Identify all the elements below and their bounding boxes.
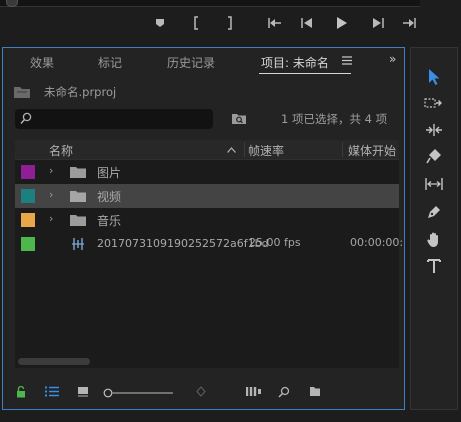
- scrubber-handle[interactable]: [6, 0, 18, 7]
- list-item-sequence[interactable]: 2017073109190252572a6f1bd 25.00 fps 00:0…: [15, 232, 403, 256]
- bin-folder-icon: [70, 190, 86, 202]
- selection-tool-icon[interactable]: [423, 66, 445, 88]
- automate-to-sequence-icon[interactable]: [246, 386, 262, 397]
- new-bin-icon[interactable]: [309, 386, 321, 397]
- step-forward-icon[interactable]: [369, 14, 387, 32]
- mark-in-icon[interactable]: [188, 14, 206, 32]
- item-media-start: 00:00:00:: [350, 236, 404, 249]
- list-item-bin[interactable]: › 图片: [15, 160, 399, 184]
- play-icon[interactable]: [333, 14, 351, 32]
- razor-tool-icon[interactable]: [423, 145, 445, 167]
- bin-folder-icon: [70, 214, 86, 226]
- item-name: 视频: [97, 190, 122, 204]
- track-select-tool-icon[interactable]: [423, 92, 445, 114]
- list-item-bin[interactable]: › 音乐: [15, 208, 399, 232]
- column-divider[interactable]: [244, 142, 245, 157]
- panel-tabs: 效果 标记 历史记录 项目: 未命名: [3, 48, 404, 76]
- active-tab-indicator: [259, 73, 351, 74]
- mark-out-icon[interactable]: [220, 14, 238, 32]
- list-header: 名称 帧速率 媒体开始: [15, 140, 399, 160]
- sort-ascending-icon[interactable]: [227, 147, 236, 153]
- go-to-in-icon[interactable]: [265, 14, 283, 32]
- label-color-swatch[interactable]: [21, 165, 35, 179]
- column-header-media-start[interactable]: 媒体开始: [348, 142, 396, 159]
- tools-panel: [410, 47, 458, 410]
- panel-footer: [3, 378, 404, 410]
- list-view-icon[interactable]: [44, 386, 60, 397]
- column-header-name[interactable]: 名称: [49, 142, 73, 159]
- search-input[interactable]: [15, 109, 213, 129]
- search-icon: [20, 112, 32, 125]
- label-color-swatch[interactable]: [21, 189, 35, 203]
- item-frame-rate: 25.00 fps: [249, 236, 301, 249]
- panel-overflow-icon[interactable]: »: [389, 52, 396, 66]
- list-item-bin[interactable]: › 视频: [15, 184, 399, 208]
- project-items-list[interactable]: 名称 帧速率 媒体开始 › 图片 › 视频 › 音乐 2017073109190…: [15, 140, 403, 368]
- selection-status: 1 项已选择，共 4 项: [281, 112, 388, 126]
- hand-tool-icon[interactable]: [423, 228, 445, 250]
- project-panel: 效果 标记 历史记录 项目: 未命名 » 未命名.prproj 1 项已选择，共…: [2, 47, 405, 410]
- add-marker-icon[interactable]: [151, 14, 169, 32]
- disclosure-triangle-icon[interactable]: ›: [49, 188, 53, 201]
- ripple-edit-tool-icon[interactable]: [423, 119, 445, 141]
- bin-folder-icon: [70, 166, 86, 178]
- step-back-icon[interactable]: [298, 14, 316, 32]
- column-divider[interactable]: [342, 142, 343, 157]
- lock-icon[interactable]: [16, 386, 26, 398]
- project-folder-icon: [13, 85, 31, 103]
- tab-markers[interactable]: 标记: [98, 54, 122, 71]
- sort-icons-icon[interactable]: [196, 386, 206, 397]
- panel-menu-icon[interactable]: [342, 56, 352, 65]
- pen-tool-icon[interactable]: [423, 201, 445, 223]
- go-to-out-icon[interactable]: [401, 14, 419, 32]
- item-name: 图片: [97, 166, 122, 180]
- type-tool-icon[interactable]: [423, 255, 445, 277]
- item-name: 2017073109190252572a6f1bd: [97, 237, 269, 250]
- horizontal-scrollbar[interactable]: [18, 358, 90, 365]
- transport-bar: [0, 0, 461, 44]
- item-name: 音乐: [97, 214, 122, 228]
- tab-history[interactable]: 历史记录: [167, 54, 215, 71]
- tab-effects[interactable]: 效果: [30, 54, 54, 71]
- slip-tool-icon[interactable]: [423, 173, 445, 195]
- icon-view-icon[interactable]: [77, 386, 89, 397]
- column-header-fps[interactable]: 帧速率: [248, 142, 284, 159]
- disclosure-triangle-icon[interactable]: ›: [49, 212, 53, 225]
- disclosure-triangle-icon[interactable]: ›: [49, 164, 53, 177]
- label-color-swatch[interactable]: [21, 237, 35, 251]
- find-icon[interactable]: [278, 386, 290, 398]
- label-color-swatch[interactable]: [21, 213, 35, 227]
- sequence-icon: [71, 237, 85, 251]
- tab-project[interactable]: 项目: 未命名: [261, 54, 329, 71]
- timeline-scrubber[interactable]: [0, 0, 420, 7]
- new-search-bin-icon[interactable]: [231, 112, 247, 125]
- zoom-slider[interactable]: [103, 388, 175, 398]
- project-file-name: 未命名.prproj: [44, 85, 117, 99]
